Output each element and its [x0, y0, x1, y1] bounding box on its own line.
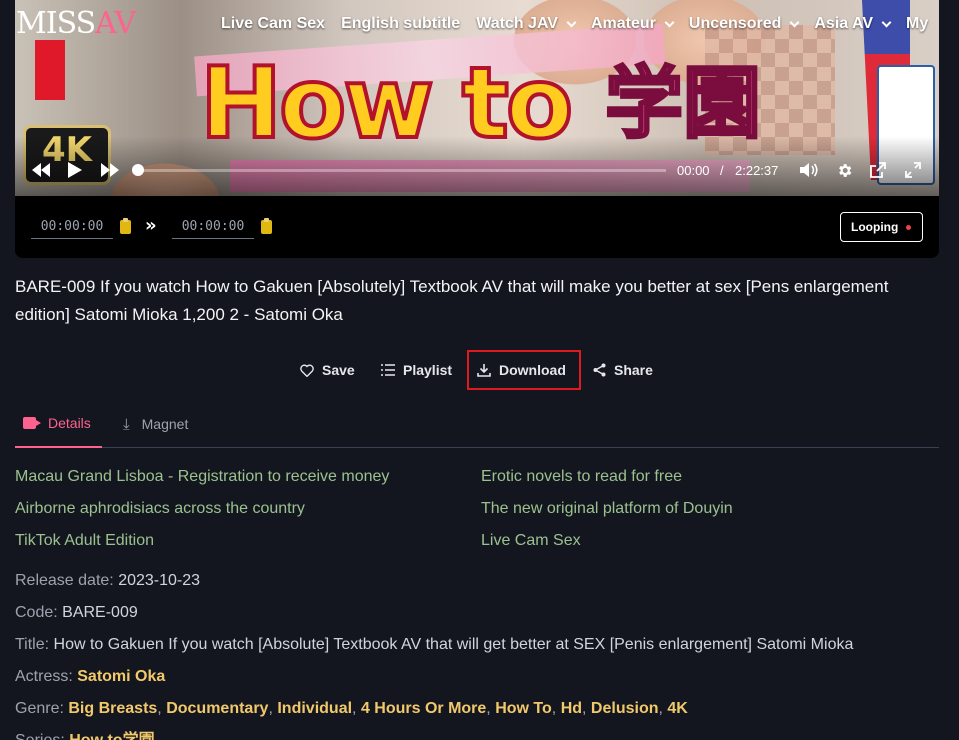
- looping-status-dot: [906, 225, 911, 230]
- detail-tabs: Details ⤓ Magnet: [15, 400, 939, 448]
- ad-link[interactable]: Erotic novels to read for free: [481, 467, 682, 487]
- site-logo[interactable]: MISSAV: [16, 6, 136, 42]
- ad-link[interactable]: Macau Grand Lisboa - Registration to rec…: [15, 467, 389, 487]
- clipboard-icon[interactable]: [120, 218, 131, 234]
- chevron-down-icon: [881, 17, 892, 27]
- chevron-down-icon: [789, 17, 800, 27]
- download-button[interactable]: Download: [467, 350, 581, 390]
- looping-label: Looping: [851, 220, 899, 234]
- time-separator: /: [720, 163, 724, 178]
- duration: 2:22:37: [735, 163, 779, 178]
- loop-end-input[interactable]: 00:00:00: [172, 217, 254, 239]
- share-label: Share: [614, 362, 653, 378]
- title-value: How to Gakuen If you watch [Absolute] Te…: [53, 636, 854, 653]
- progress-handle[interactable]: [132, 164, 144, 176]
- fullscreen-icon[interactable]: [905, 162, 921, 178]
- release-date-value: 2023-10-23: [118, 572, 201, 589]
- chevron-down-icon: [664, 17, 675, 27]
- fast-forward-icon: »: [145, 215, 157, 236]
- video-title: BARE-009 If you watch How to Gakuen [Abs…: [15, 277, 889, 324]
- current-time: 00:00: [677, 163, 710, 178]
- title-label: Title:: [15, 636, 50, 653]
- download-icon: [477, 364, 491, 377]
- nav-item-asia-av[interactable]: Asia AV: [814, 14, 892, 34]
- loop-bar: 00:00:00 » 00:00:00 Looping: [15, 196, 939, 258]
- thumbnail-title-kanji: 学園: [603, 59, 762, 149]
- genre-link[interactable]: Big Breasts: [68, 700, 157, 717]
- nav-label: My: [906, 15, 929, 32]
- tab-magnet-label: Magnet: [141, 416, 189, 432]
- rewind-icon[interactable]: [31, 162, 51, 178]
- nav-label: Watch JAV: [476, 15, 558, 32]
- video-player[interactable]: How to 学園 4K 00:00:00 » 00:00:00 Looping: [15, 0, 939, 258]
- nav-item-watch-jav[interactable]: Watch JAV: [476, 14, 577, 34]
- tab-magnet[interactable]: ⤓ Magnet: [123, 400, 188, 448]
- genre-link[interactable]: Individual: [277, 700, 352, 717]
- tab-details-label: Details: [48, 415, 91, 431]
- heart-icon: [300, 364, 314, 377]
- actress-link[interactable]: Satomi Oka: [77, 668, 165, 685]
- series-label: Series:: [15, 732, 65, 740]
- genre-label: Genre:: [15, 700, 64, 717]
- actress-row: Actress: Satomi Oka: [15, 667, 165, 687]
- playlist-label: Playlist: [403, 362, 453, 378]
- progress-bar[interactable]: [136, 169, 666, 172]
- series-link[interactable]: How to学園: [69, 732, 154, 740]
- save-label: Save: [322, 362, 355, 378]
- genre-link[interactable]: Delusion: [591, 700, 659, 717]
- genre-link[interactable]: Documentary: [166, 700, 268, 717]
- actress-label: Actress:: [15, 668, 73, 685]
- volume-icon[interactable]: [799, 162, 819, 178]
- title-row: Title: How to Gakuen If you watch [Absol…: [15, 635, 853, 655]
- nav-label: Live Cam Sex: [221, 15, 326, 32]
- thumbnail-decoration: [35, 40, 65, 100]
- ad-link[interactable]: Live Cam Sex: [481, 531, 581, 551]
- loop-start-input[interactable]: 00:00:00: [31, 217, 113, 239]
- series-row: Series: How to学園: [15, 731, 155, 740]
- video-camera-icon: [23, 417, 41, 429]
- code-value: BARE-009: [62, 604, 138, 621]
- logo-text-miss: MISS: [16, 6, 96, 41]
- nav-label: Asia AV: [814, 15, 874, 32]
- playlist-button[interactable]: Playlist: [381, 350, 452, 390]
- action-bar: Save Playlist Download Share: [0, 350, 959, 390]
- code-row: Code: BARE-009: [15, 603, 138, 623]
- genre-link[interactable]: 4K: [667, 700, 687, 717]
- fast-forward-icon[interactable]: [100, 162, 120, 178]
- nav-label: English subtitle: [341, 15, 461, 32]
- ad-link[interactable]: TikTok Adult Edition: [15, 531, 154, 551]
- code-label: Code:: [15, 604, 58, 621]
- ad-link[interactable]: Airborne aphrodisiacs across the country: [15, 499, 305, 519]
- download-label: Download: [499, 362, 566, 378]
- clipboard-icon[interactable]: [261, 218, 272, 234]
- genre-link[interactable]: Hd: [561, 700, 582, 717]
- release-date-label: Release date:: [15, 572, 114, 589]
- player-controls: 00:00 / 2:22:37: [15, 157, 939, 185]
- nav-item-english-subtitle[interactable]: English subtitle: [341, 14, 460, 34]
- genre-row: Genre: Big Breasts, Documentary, Individ…: [15, 700, 688, 717]
- release-date-row: Release date: 2023-10-23: [15, 571, 200, 591]
- save-button[interactable]: Save: [300, 350, 355, 390]
- chevron-down-icon: [566, 17, 577, 27]
- play-icon[interactable]: [67, 161, 83, 179]
- tab-details[interactable]: Details: [15, 400, 102, 448]
- list-icon: [381, 364, 395, 376]
- share-button[interactable]: Share: [593, 350, 653, 390]
- nav-item-live-cam-sex[interactable]: Live Cam Sex: [221, 14, 325, 34]
- genre-link[interactable]: 4 Hours Or More: [361, 700, 486, 717]
- nav-item-amateur[interactable]: Amateur: [590, 14, 675, 34]
- ad-link[interactable]: The new original platform of Douyin: [481, 499, 733, 519]
- logo-text-av: AV: [95, 6, 136, 41]
- nav-item-uncensored[interactable]: Uncensored: [688, 14, 800, 34]
- top-navigation: Live Cam Sex English subtitle Watch JAV …: [221, 14, 944, 34]
- nav-label: Uncensored: [688, 15, 782, 32]
- download-icon: ⤓: [123, 414, 130, 433]
- external-link-icon[interactable]: [870, 162, 886, 178]
- genre-link[interactable]: How To: [495, 700, 552, 717]
- settings-gear-icon[interactable]: [836, 162, 853, 179]
- nav-label: Amateur: [590, 15, 656, 32]
- nav-item-my[interactable]: My: [906, 14, 928, 34]
- looping-button[interactable]: Looping: [840, 212, 923, 242]
- share-icon: [593, 363, 606, 377]
